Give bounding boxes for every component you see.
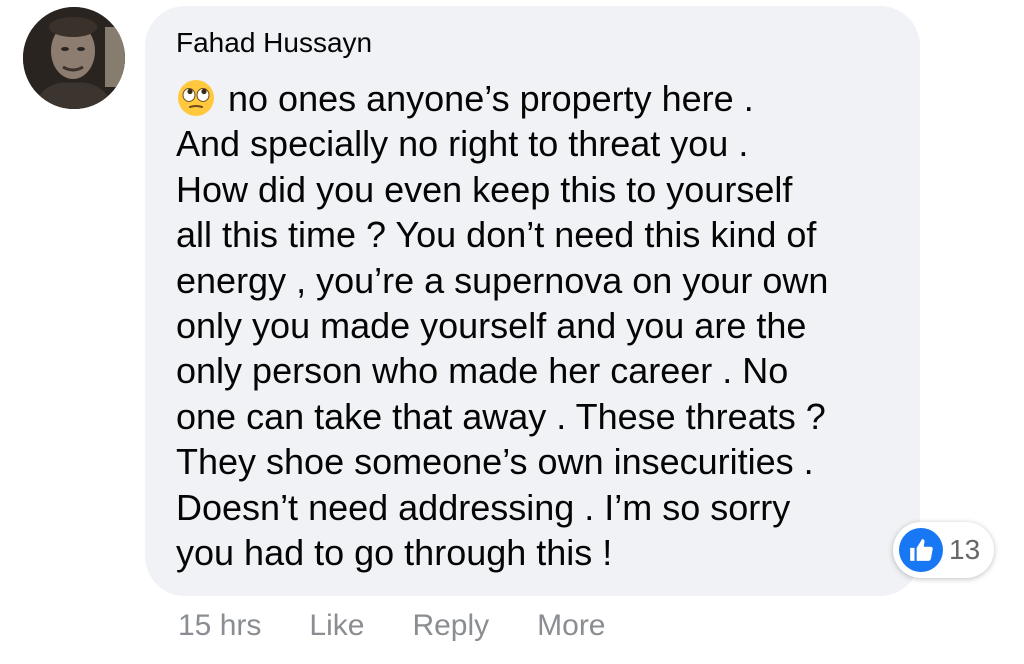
timestamp[interactable]: 15 hrs xyxy=(178,606,261,646)
comment-actions: 15 hrs Like Reply More xyxy=(178,606,606,646)
like-button[interactable]: Like xyxy=(309,606,364,646)
comment-line: They shoe someone’s own insecurities . xyxy=(176,441,814,483)
comment-line: one can take that away . These threats ? xyxy=(176,395,826,437)
reaction-count: 13 xyxy=(949,534,981,565)
comment-line: And specially no right to threat you . xyxy=(176,123,749,165)
face-with-rolling-eyes-icon xyxy=(178,80,214,116)
comment-line: Doesn’t need addressing . I’m so sorry xyxy=(176,486,791,528)
comment-line: only person who made her career . No xyxy=(176,350,789,392)
comment-line: only you made yourself and you are the xyxy=(176,304,807,346)
reactions-badge[interactable]: 13 xyxy=(893,522,995,578)
reply-button[interactable]: Reply xyxy=(412,606,489,646)
avatar[interactable] xyxy=(23,7,125,109)
comment-line: energy , you’re a supernova on your own xyxy=(176,259,829,301)
more-button[interactable]: More xyxy=(537,606,605,646)
comment-text: no ones anyone’s property here . And spe… xyxy=(176,76,906,575)
comment: Fahad Hussayn no ones anyone’s property … xyxy=(0,0,1024,664)
comment-line: no ones anyone’s property here . xyxy=(176,76,906,121)
comment-line: all this time ? You don’t need this kind… xyxy=(176,214,817,256)
author-name[interactable]: Fahad Hussayn xyxy=(176,25,372,61)
avatar-photo xyxy=(23,7,125,109)
comment-line: How did you even keep this to yourself xyxy=(176,168,793,210)
thumbs-up-icon xyxy=(899,528,943,572)
comment-line: you had to go through this ! xyxy=(176,531,613,573)
